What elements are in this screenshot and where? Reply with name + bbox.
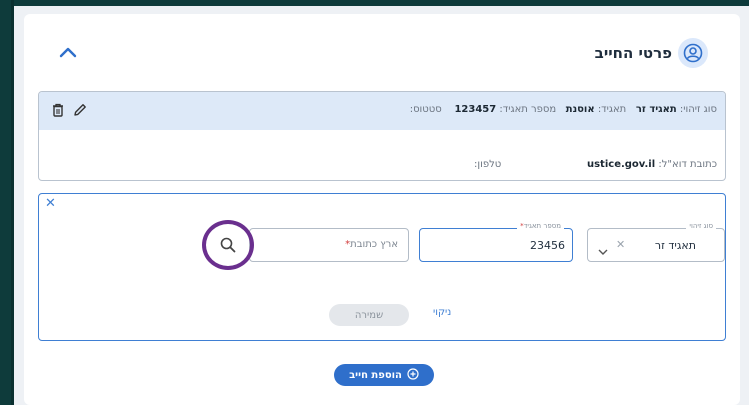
pencil-icon[interactable] (72, 102, 88, 118)
id-type-select[interactable]: סוג זיהוי תאגיד זר ✕ (587, 222, 725, 262)
chevron-down-icon[interactable] (598, 241, 608, 255)
plus-circle-icon (407, 367, 419, 383)
id-type-legend: סוג זיהוי (686, 222, 716, 230)
email-value: ustice.gov.il (586, 159, 656, 170)
debtor-details-card: פרטי החייב סוג זיהוי: תאגיד זר תאגיד: או… (24, 14, 740, 405)
status-label: סטטוס: (409, 104, 442, 115)
page-background: פרטי החייב סוג זיהוי: תאגיד זר תאגיד: או… (14, 6, 749, 405)
country-placeholder: ארץ כתובת* (345, 239, 398, 250)
summary-contact-row: כתובת דוא"ל: ustice.gov.il (587, 159, 717, 170)
corp-label: תאגיד: (597, 104, 627, 115)
id-type-selected: תאגיד זר (654, 239, 696, 252)
corp-num-label: מספר תאגיד: (499, 104, 557, 115)
id-type-value: תאגיד זר (635, 104, 677, 115)
debtor-summary: סוג זיהוי: תאגיד זר תאגיד: אוסנת מספר תא… (38, 91, 726, 181)
id-type-label: סוג זיהוי: (679, 104, 717, 115)
phone-label: טלפון: (474, 159, 502, 170)
clear-link[interactable]: ניקוי (433, 307, 451, 318)
email-label: כתובת דוא"ל: (658, 159, 717, 170)
corp-number-legend: מספר תאגיד* (517, 222, 564, 230)
summary-header-row: סוג זיהוי: תאגיד זר תאגיד: אוסנת מספר תא… (39, 92, 725, 130)
clear-selection-icon[interactable]: ✕ (616, 238, 625, 251)
save-button[interactable]: שמירה (329, 304, 409, 326)
corp-num-value: 123457 (454, 104, 497, 115)
add-debtor-label: הוספת חייב (349, 369, 402, 381)
corp-number-value: 23456 (530, 239, 565, 252)
country-input[interactable]: ארץ כתובת* (249, 228, 409, 262)
section-title: פרטי החייב (594, 44, 672, 62)
search-button[interactable] (202, 220, 254, 270)
search-icon (219, 236, 237, 254)
add-debtor-button[interactable]: הוספת חייב (334, 364, 434, 386)
summary-id-row: סוג זיהוי: תאגיד זר תאגיד: אוסנת מספר תא… (410, 104, 717, 115)
corp-value: אוסנת (565, 104, 595, 115)
debtor-edit-form: ✕ סוג זיהוי תאגיד זר ✕ מספר תאגיד* 23456… (38, 193, 726, 341)
trash-icon[interactable] (51, 102, 65, 118)
close-icon[interactable]: ✕ (45, 196, 56, 211)
corp-number-input[interactable]: מספר תאגיד* 23456 (419, 222, 573, 262)
chevron-up-icon[interactable] (58, 44, 78, 58)
user-circle-icon (678, 38, 708, 68)
